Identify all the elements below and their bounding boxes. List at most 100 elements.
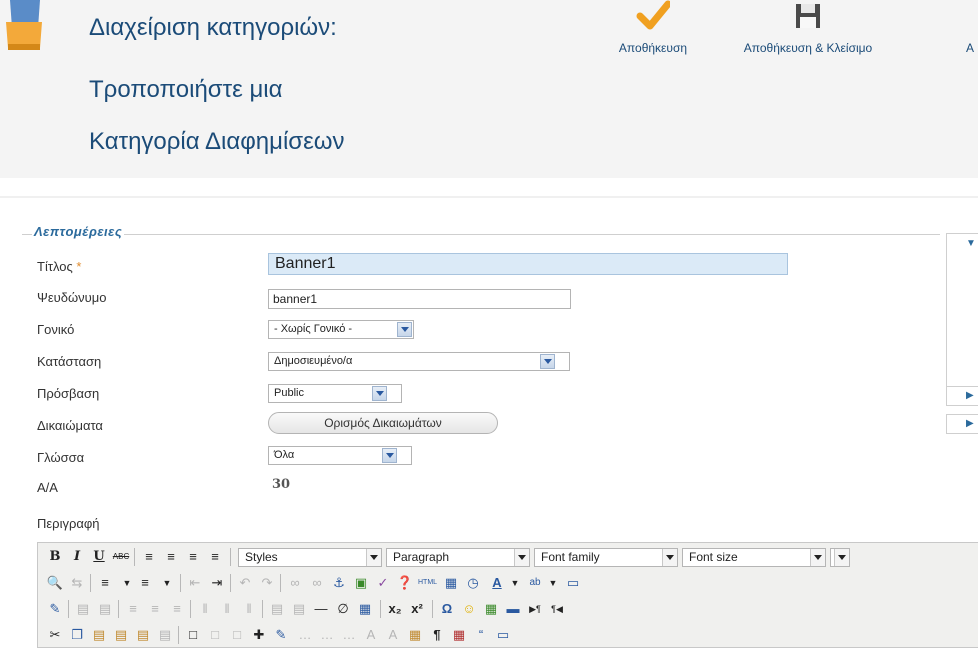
insert-row-before-icon[interactable]: ≡: [124, 600, 142, 618]
separator: [90, 574, 91, 592]
rtl-icon[interactable]: ¶◀: [548, 600, 566, 618]
text-color-icon[interactable]: A: [488, 574, 506, 592]
move-backward-icon[interactable]: □: [228, 626, 246, 644]
ltr-icon[interactable]: ▶¶: [526, 600, 544, 618]
link-icon[interactable]: ∞: [286, 574, 304, 592]
align-left-icon[interactable]: ≡: [140, 548, 158, 566]
copy-icon[interactable]: ❐: [68, 626, 86, 644]
set-permissions-button[interactable]: Ορισμός Δικαιωμάτων: [268, 412, 498, 434]
align-justify-icon[interactable]: ≡: [206, 548, 224, 566]
fullscreen-icon[interactable]: ▭: [564, 574, 582, 592]
superscript-button[interactable]: x²: [408, 600, 426, 618]
alias-field[interactable]: banner1: [268, 289, 571, 309]
show-blocks-icon[interactable]: ¶: [428, 626, 446, 644]
ins-icon[interactable]: A: [384, 626, 402, 644]
access-select-value: Public: [274, 387, 304, 399]
outdent-icon[interactable]: ⇤: [186, 574, 204, 592]
paste-text-icon[interactable]: ▤: [112, 626, 130, 644]
delete-col-icon[interactable]: ‖: [240, 600, 258, 618]
remove-format-icon[interactable]: ∅: [334, 600, 352, 618]
anchor-icon[interactable]: ⚓: [330, 574, 348, 592]
blockquote-icon[interactable]: “: [472, 626, 490, 644]
layer-icon[interactable]: □: [184, 626, 202, 644]
page-break-icon[interactable]: ▬: [504, 600, 522, 618]
more-dropdown[interactable]: [830, 548, 850, 567]
title-field[interactable]: Banner1: [268, 253, 788, 275]
cite-icon[interactable]: …: [296, 626, 314, 644]
delete-row-icon[interactable]: ≡: [168, 600, 186, 618]
merge-cells-icon[interactable]: ▤: [268, 600, 286, 618]
next-toolbar-button-label: Α: [966, 41, 975, 55]
access-select[interactable]: Public: [268, 384, 402, 403]
state-select[interactable]: Δημοσιευμένο/α: [268, 352, 570, 371]
font-size-dropdown-label: Font size: [689, 550, 738, 564]
emoticon-icon[interactable]: ☺: [460, 600, 478, 618]
special-char-button[interactable]: Ω: [438, 600, 456, 618]
paste-icon[interactable]: ▤: [90, 626, 108, 644]
insert-date-icon[interactable]: ▦: [442, 574, 460, 592]
visual-aid-icon[interactable]: ▦: [356, 600, 374, 618]
align-right-icon[interactable]: ≡: [184, 548, 202, 566]
replace-icon[interactable]: ⇆: [68, 574, 86, 592]
align-center-icon[interactable]: ≡: [162, 548, 180, 566]
save-button[interactable]: Αποθήκευση: [594, 0, 712, 60]
find-icon[interactable]: 🔍: [46, 574, 64, 592]
subscript-button[interactable]: x₂: [386, 600, 404, 618]
html-source-icon[interactable]: HTML: [418, 574, 437, 592]
expand-down-icon[interactable]: ▼: [966, 238, 976, 249]
separator: [178, 626, 179, 644]
styles-dropdown[interactable]: Styles: [238, 548, 382, 567]
template-icon[interactable]: ▭: [494, 626, 512, 644]
redo-icon[interactable]: ↷: [258, 574, 276, 592]
cleanup-icon[interactable]: ✓: [374, 574, 392, 592]
save-close-button[interactable]: Αποθήκευση & Κλείσιμο: [732, 0, 884, 60]
cut-icon[interactable]: ✂: [46, 626, 64, 644]
insert-col-after-icon[interactable]: ‖: [218, 600, 236, 618]
split-cells-icon[interactable]: ▤: [290, 600, 308, 618]
language-select[interactable]: Όλα: [268, 446, 412, 465]
dropdown-arrow-icon[interactable]: ▼: [506, 574, 524, 592]
parent-select[interactable]: - Χωρίς Γονικό -: [268, 320, 414, 339]
acronym-icon[interactable]: …: [340, 626, 358, 644]
select-all-icon[interactable]: ▤: [156, 626, 174, 644]
indent-icon[interactable]: ⇥: [208, 574, 226, 592]
attributes-icon[interactable]: ▦: [406, 626, 424, 644]
dropdown-arrow-icon[interactable]: ▼: [158, 574, 176, 592]
nonbreaking-icon[interactable]: ▦: [450, 626, 468, 644]
font-family-dropdown[interactable]: Font family: [534, 548, 678, 567]
state-select-value: Δημοσιευμένο/α: [274, 355, 353, 367]
image-icon[interactable]: ▣: [352, 574, 370, 592]
paragraph-dropdown[interactable]: Paragraph: [386, 548, 530, 567]
numbered-list-icon[interactable]: ≡: [136, 574, 154, 592]
strikethrough-button[interactable]: ABC: [112, 548, 130, 566]
abbr-icon[interactable]: …: [318, 626, 336, 644]
bold-button[interactable]: B: [46, 548, 64, 566]
highlight-color-icon[interactable]: ab: [526, 574, 544, 592]
expand-right-icon[interactable]: ▶: [966, 390, 974, 401]
help-icon[interactable]: ❓: [396, 574, 414, 592]
underline-button[interactable]: U: [90, 548, 108, 566]
insert-time-icon[interactable]: ◷: [464, 574, 482, 592]
style-props-icon[interactable]: ✎: [272, 626, 290, 644]
edit-icon[interactable]: ✎: [46, 600, 64, 618]
font-size-dropdown[interactable]: Font size: [682, 548, 826, 567]
insert-row-after-icon[interactable]: ≡: [146, 600, 164, 618]
horizontal-rule-icon[interactable]: —: [312, 600, 330, 618]
table-props-icon[interactable]: ▤: [96, 600, 114, 618]
next-toolbar-button[interactable]: Α: [966, 0, 978, 60]
bullet-list-icon[interactable]: ≡: [96, 574, 114, 592]
dropdown-arrow-icon[interactable]: ▼: [544, 574, 562, 592]
unlink-icon[interactable]: ∞: [308, 574, 326, 592]
paste-word-icon[interactable]: ▤: [134, 626, 152, 644]
undo-icon[interactable]: ↶: [236, 574, 254, 592]
media-icon[interactable]: ▦: [482, 600, 500, 618]
absolute-icon[interactable]: ✚: [250, 626, 268, 644]
editor-toolbar-row-2: 🔍 ⇆ ≡ ▼ ≡ ▼ ⇤ ⇥ ↶ ↷ ∞ ∞ ⚓ ▣ ✓ ❓ HTML ▦ ◷…: [44, 572, 978, 594]
expand-right-icon[interactable]: ▶: [966, 418, 974, 429]
move-forward-icon[interactable]: □: [206, 626, 224, 644]
del-icon[interactable]: A: [362, 626, 380, 644]
insert-col-before-icon[interactable]: ‖: [196, 600, 214, 618]
italic-button[interactable]: I: [68, 548, 86, 566]
dropdown-arrow-icon[interactable]: ▼: [118, 574, 136, 592]
table-icon[interactable]: ▤: [74, 600, 92, 618]
